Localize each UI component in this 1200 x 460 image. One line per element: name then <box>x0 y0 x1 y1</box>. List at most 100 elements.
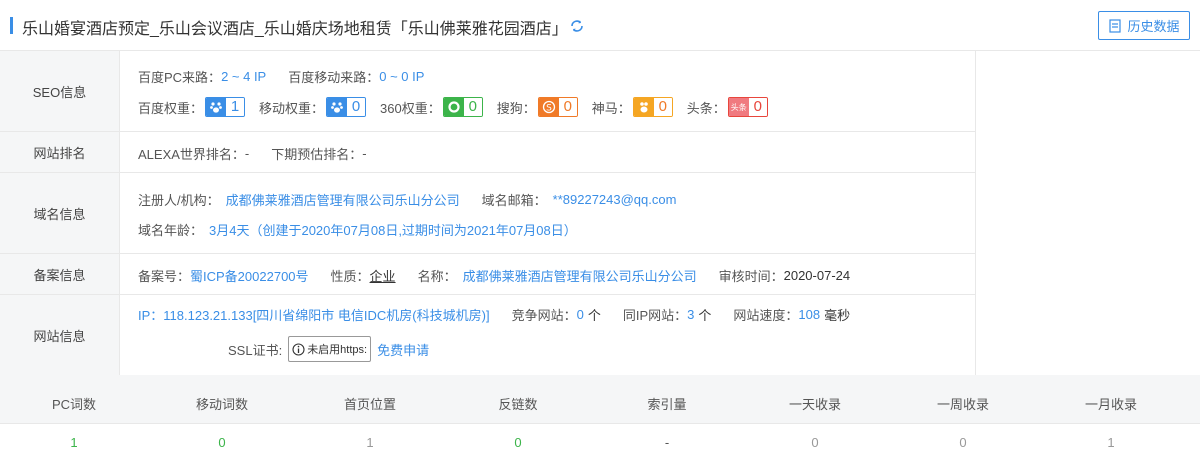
icp-number-key: 备案号： <box>138 269 191 284</box>
history-data-button[interactable]: 历史数据 <box>1098 11 1190 40</box>
audit-time-key: 审核时间： <box>718 269 784 284</box>
next-rank-value: - <box>362 146 367 161</box>
mobile-weight-badge[interactable]: 0 <box>326 97 367 117</box>
header-week-indexed: 一周收录 <box>936 396 989 412</box>
age-value: 3月4天（创建于2020年07月08日,过期时间为2021年07月08日） <box>209 223 577 238</box>
rank-label: 网站排名 <box>0 132 120 172</box>
seo-info-label: SEO信息 <box>0 51 120 131</box>
same-ip-value[interactable]: 3 <box>687 307 694 322</box>
rank-line: ALEXA世界排名： - 下期预估排名： - <box>138 144 367 163</box>
value-pc-words[interactable]: 1 <box>0 424 148 460</box>
email-value[interactable]: **89227243@qq.com <box>553 192 677 207</box>
shenma-value: 0 <box>653 98 672 116</box>
shenma-key: 神马： <box>591 100 631 116</box>
value-month-indexed: 1 <box>1107 435 1115 450</box>
header-home-position: 首页位置 <box>343 396 396 412</box>
domain-age-line: 域名年龄： 3月4天（创建于2020年07月08日,过期时间为2021年07月0… <box>138 220 577 239</box>
360-weight-key: 360权重： <box>380 100 441 116</box>
header-month-indexed: 一月收录 <box>1084 396 1137 412</box>
history-button-label: 历史数据 <box>1127 19 1180 34</box>
baidu-pc-value: 2 ~ 4 IP <box>221 69 267 84</box>
section-separator <box>0 375 1200 383</box>
value-week-indexed: 0 <box>959 435 967 450</box>
icp-name-link[interactable]: 成都佛莱雅酒店管理有限公司乐山分公司 <box>463 266 697 285</box>
toutiao-value: 0 <box>748 98 767 116</box>
registrant-key: 注册人/机构： <box>138 193 220 208</box>
ssl-line: SSL证书: 未启用https: 免费申请 <box>228 336 429 362</box>
header-index: 索引量 <box>647 396 687 412</box>
value-mobile-words[interactable]: 0 <box>148 424 296 460</box>
ip-line: IP： 118.123.21.133[四川省绵阳市 电信IDC机房(科技城机房)… <box>138 305 850 324</box>
icp-row: 备案信息 备案号： 蜀ICP备20022700号 性质： 企业 名称： 成都佛莱… <box>0 254 976 295</box>
baidu-weight-key: 百度权重： <box>138 100 204 116</box>
toutiao-icon: 头条 <box>728 98 749 116</box>
registrant-link[interactable]: 成都佛莱雅酒店管理有限公司乐山分公司 <box>226 190 460 209</box>
sogou-value: 0 <box>558 98 577 116</box>
mobile-weight-key: 移动权重： <box>259 100 325 116</box>
baidu-traffic-line: 百度PC来路： 2 ~ 4 IP 百度移动来路： 0 ~ 0 IP <box>138 67 424 86</box>
sogou-badge[interactable]: S 0 <box>537 97 578 117</box>
title-accent-bar <box>10 17 13 34</box>
sogou-key: 搜狗： <box>496 100 536 116</box>
registrant-line: 注册人/机构： 成都佛莱雅酒店管理有限公司乐山分公司 域名邮箱： **89227… <box>138 190 676 209</box>
speed-key: 网站速度： <box>733 308 799 323</box>
ssl-status-badge: 未启用https: <box>288 336 372 362</box>
toutiao-badge[interactable]: 头条 0 <box>727 97 768 117</box>
ssl-status-text: 未启用https: <box>307 344 368 356</box>
baidu-mobile-paw-icon <box>327 98 348 116</box>
header-mobile-words: 移动词数 <box>195 396 248 412</box>
mobile-weight-value: 0 <box>347 98 366 116</box>
page-title: 乐山婚宴酒店预定_乐山会议酒店_乐山婚庆场地租赁「乐山佛莱雅花园酒店」 <box>22 21 568 38</box>
baidu-mobile-value: 0 ~ 0 IP <box>379 69 425 84</box>
seo-info-row: SEO信息 百度PC来路： 2 ~ 4 IP 百度移动来路： 0 ~ 0 IP … <box>0 51 976 132</box>
speed-value: 108 <box>798 307 821 322</box>
site-label: 网站信息 <box>0 295 120 375</box>
alexa-value: - <box>244 146 250 161</box>
site-row: 网站信息 IP： 118.123.21.133[四川省绵阳市 电信IDC机房(科… <box>0 295 976 375</box>
email-key: 域名邮箱： <box>481 193 547 208</box>
value-home-position: 1 <box>366 435 374 450</box>
alexa-key: ALEXA世界排名： <box>138 147 245 162</box>
baidu-weight-value: 1 <box>226 98 245 116</box>
next-rank-key: 下期预估排名： <box>271 147 363 162</box>
baidu-pc-key: 百度PC来路： <box>138 70 222 85</box>
baidu-weight-badge[interactable]: 1 <box>205 97 246 117</box>
shenma-icon <box>633 98 654 116</box>
page-header: 乐山婚宴酒店预定_乐山会议酒店_乐山婚庆场地租赁「乐山佛莱雅花园酒店」 历史数据 <box>0 0 1200 51</box>
stats-header-row: PC词数 移动词数 首页位置 反链数 索引量 一天收录 一周收录 一月收录 <box>0 383 1200 424</box>
competitor-value[interactable]: 0 <box>577 307 584 322</box>
360-weight-badge[interactable]: 0 <box>442 97 483 117</box>
weights-line: 百度权重： 1 移动权重： 0 360权重： 0 搜狗： S 0 神马： 0 头… <box>138 97 782 117</box>
icp-number-link[interactable]: 蜀ICP备20022700号 <box>190 266 309 285</box>
icp-label: 备案信息 <box>0 254 120 294</box>
rank-row: 网站排名 ALEXA世界排名： - 下期预估排名： - <box>0 132 976 173</box>
same-ip-unit: 个 <box>698 308 712 323</box>
icp-name-key: 名称： <box>417 269 457 284</box>
history-doc-icon <box>1109 18 1122 33</box>
domain-row: 域名信息 注册人/机构： 成都佛莱雅酒店管理有限公司乐山分公司 域名邮箱： **… <box>0 173 976 254</box>
header-backlinks: 反链数 <box>498 396 538 412</box>
svg-text:S: S <box>546 104 552 114</box>
stats-value-row: 1 0 1 0 - 0 0 1 <box>0 424 1200 460</box>
shenma-badge[interactable]: 0 <box>632 97 673 117</box>
baidu-mobile-key: 百度移动来路： <box>288 70 380 85</box>
header-pc-words: PC词数 <box>51 396 97 412</box>
speed-unit: 毫秒 <box>824 308 851 323</box>
age-key: 域名年龄： <box>138 223 204 238</box>
360-icon <box>443 98 464 116</box>
360-weight-value: 0 <box>463 98 482 116</box>
toutiao-key: 头条： <box>686 100 726 116</box>
nature-value[interactable]: 企业 <box>370 266 396 285</box>
audit-time-value: 2020-07-24 <box>783 268 851 283</box>
competitor-key: 竞争网站： <box>511 308 577 323</box>
ssl-key: SSL证书: <box>228 342 283 358</box>
ssl-free-apply-link[interactable]: 免费申请 <box>377 340 429 359</box>
refresh-icon[interactable] <box>569 18 585 34</box>
info-circle-icon <box>292 342 305 356</box>
value-index: - <box>664 435 670 450</box>
value-backlinks[interactable]: 0 <box>444 424 592 460</box>
ip-key: IP： <box>138 308 164 323</box>
icp-line: 备案号： 蜀ICP备20022700号 性质： 企业 名称： 成都佛莱雅酒店管理… <box>138 266 850 285</box>
ip-link[interactable]: 118.123.21.133[四川省绵阳市 电信IDC机房(科技城机房)] <box>163 305 489 324</box>
competitor-unit: 个 <box>587 308 601 323</box>
